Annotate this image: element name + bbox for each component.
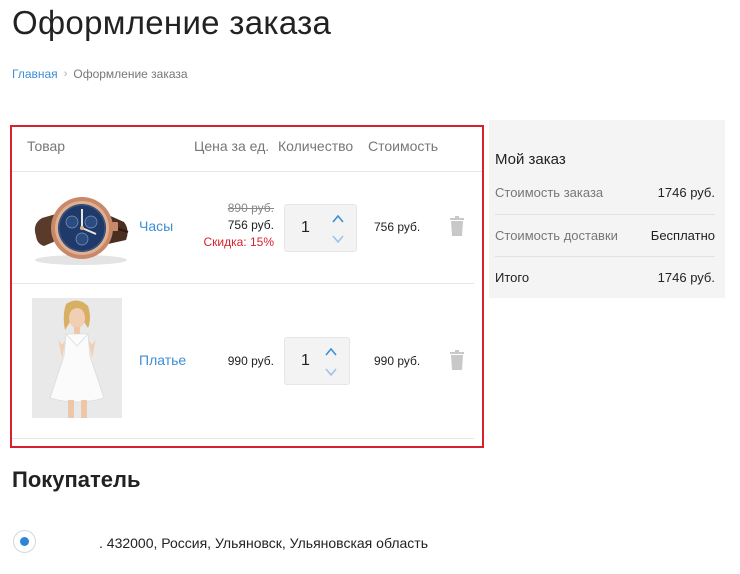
summary-value: Бесплатно <box>650 228 715 243</box>
line-total: 756 руб. <box>374 220 421 234</box>
quantity-value[interactable]: 1 <box>301 219 310 237</box>
column-header-price: Цена за ед. <box>194 138 270 154</box>
white-dress-model-image[interactable] <box>32 298 122 418</box>
line-total: 990 руб. <box>374 354 421 368</box>
price-block: 890 руб. 756 руб. Скидка: 15% <box>154 201 275 249</box>
trash-icon[interactable] <box>449 216 465 236</box>
breadcrumb: Главная › Оформление заказа <box>12 67 188 81</box>
cart-table-header: Товар Цена за ед. Количество Стоимость <box>12 127 482 172</box>
radio-selected-dot <box>20 537 29 546</box>
discount-label: Скидка: 15% <box>203 235 275 249</box>
column-header-product: Товар <box>27 138 66 154</box>
chevron-up-icon[interactable] <box>330 211 346 227</box>
divider <box>495 256 715 257</box>
breadcrumb-separator-icon: › <box>63 68 68 80</box>
summary-title: Мой заказ <box>495 151 566 168</box>
address-radio[interactable] <box>13 530 36 553</box>
summary-row-order-cost: Стоимость заказа 1746 руб. <box>495 185 715 200</box>
unit-price: 990 руб. <box>227 354 274 368</box>
summary-label: Стоимость доставки <box>495 228 618 243</box>
price-block: 990 руб. <box>154 354 274 371</box>
breadcrumb-home-link[interactable]: Главная <box>12 67 58 81</box>
unit-price: 756 руб. <box>227 218 274 232</box>
cart-row-watch: Часы 890 руб. 756 руб. Скидка: 15% 1 756… <box>12 172 474 284</box>
summary-value: 1746 руб. <box>657 185 715 200</box>
column-header-qty: Количество <box>278 138 354 154</box>
summary-value: 1746 руб. <box>657 270 715 285</box>
trash-icon[interactable] <box>449 350 465 370</box>
quantity-stepper[interactable]: 1 <box>284 337 350 385</box>
address-label[interactable]: . 432000, Россия, Ульяновск, Ульяновская… <box>99 535 428 551</box>
chevron-down-icon[interactable] <box>323 364 339 380</box>
divider <box>495 214 715 215</box>
wristwatch-image[interactable] <box>28 184 134 268</box>
breadcrumb-current: Оформление заказа <box>73 67 188 81</box>
column-header-cost: Стоимость <box>368 138 439 154</box>
summary-label: Стоимость заказа <box>495 185 604 200</box>
page-title: Оформление заказа <box>12 4 332 41</box>
cart-table: Товар Цена за ед. Количество Стоимость Ч… <box>10 125 484 448</box>
cart-row-dress: Платье 990 руб. 1 990 руб. <box>12 284 474 439</box>
summary-row-total: Итого 1746 руб. <box>495 270 715 285</box>
order-summary: Мой заказ Стоимость заказа 1746 руб. Сто… <box>489 120 725 298</box>
old-price: 890 руб. <box>227 201 274 215</box>
chevron-up-icon[interactable] <box>323 344 339 360</box>
chevron-down-icon[interactable] <box>330 231 346 247</box>
quantity-value[interactable]: 1 <box>301 352 310 370</box>
buyer-section-title: Покупатель <box>12 467 141 492</box>
summary-row-delivery: Стоимость доставки Бесплатно <box>495 228 715 243</box>
summary-label: Итого <box>495 270 530 285</box>
quantity-stepper[interactable]: 1 <box>284 204 357 252</box>
